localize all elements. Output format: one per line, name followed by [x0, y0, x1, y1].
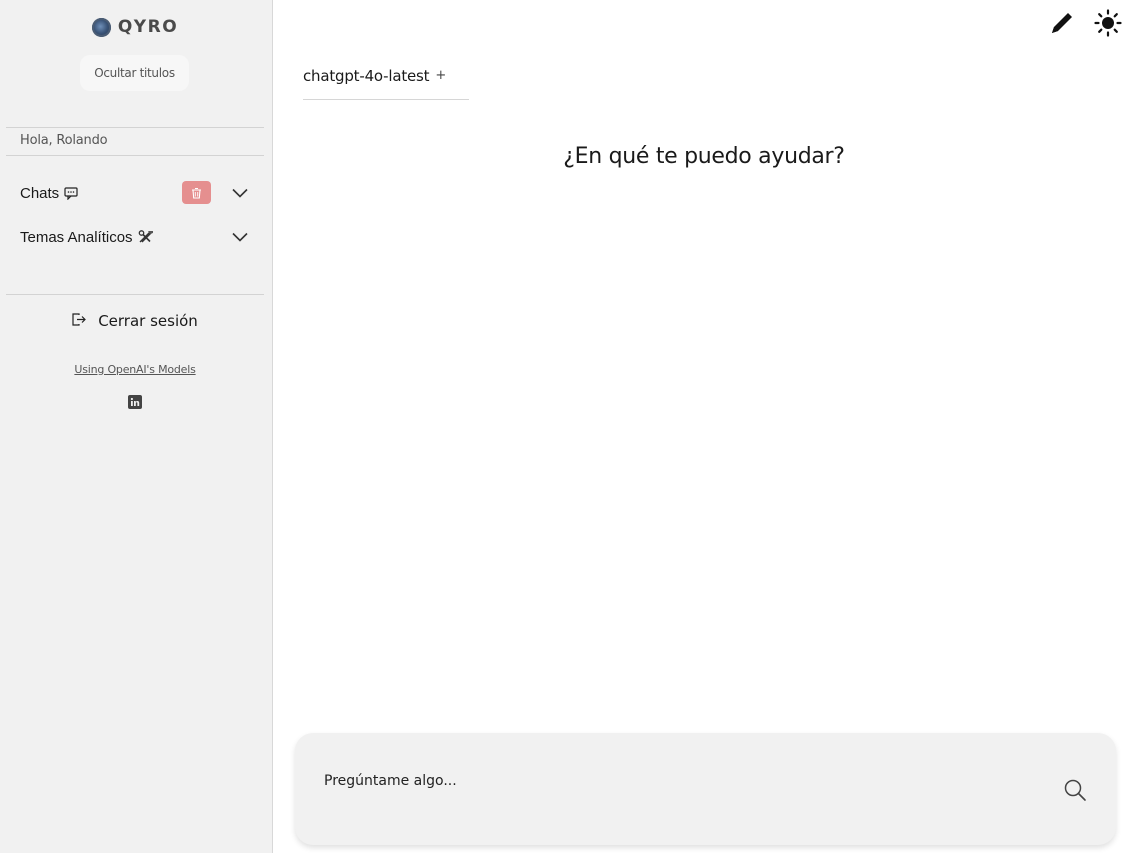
chevron-down-icon[interactable]: [232, 229, 248, 245]
trash-icon: [192, 187, 201, 199]
openai-models-link[interactable]: Using OpenAI's Models: [0, 363, 270, 376]
sun-icon[interactable]: [1094, 9, 1122, 37]
logout-icon: [72, 311, 87, 330]
hide-titles-button[interactable]: Ocultar titulos: [80, 55, 189, 91]
section-label: Temas Analíticos: [20, 228, 133, 246]
prompt-input[interactable]: [324, 769, 1024, 793]
tools-icon: [138, 230, 154, 244]
model-name: chatgpt-4o-latest: [303, 67, 430, 85]
delete-chats-button[interactable]: [182, 181, 211, 204]
sidebar: QYRO Ocultar titulos Hola, Rolando Chats…: [0, 0, 273, 853]
welcome-heading: ¿En qué te puedo ayudar?: [563, 144, 845, 169]
top-toolbar: [1048, 9, 1122, 37]
logout-label: Cerrar sesión: [98, 311, 198, 330]
sidebar-section-chats[interactable]: Chats: [20, 180, 252, 206]
qyro-logo: [91, 17, 111, 37]
user-greeting: Hola, Rolando: [20, 133, 108, 148]
sidebar-divider: [6, 127, 264, 128]
app-name: QYRO: [117, 17, 179, 37]
sidebar-divider: [6, 294, 264, 295]
add-model-button[interactable]: +: [435, 68, 446, 83]
speech-bubble-icon: [64, 186, 78, 200]
chevron-down-icon[interactable]: [232, 185, 248, 201]
prompt-box: [295, 733, 1116, 845]
sidebar-divider: [6, 155, 264, 156]
search-icon[interactable]: [1062, 777, 1088, 803]
linkedin-icon[interactable]: [128, 395, 142, 409]
logout-button[interactable]: Cerrar sesión: [0, 311, 270, 330]
model-tab[interactable]: chatgpt-4o-latest +: [303, 67, 469, 100]
brand: QYRO: [0, 17, 270, 37]
section-label: Chats: [20, 184, 60, 202]
sidebar-section-temas-analiticos[interactable]: Temas Analíticos: [20, 224, 252, 250]
pencil-icon[interactable]: [1048, 9, 1076, 37]
